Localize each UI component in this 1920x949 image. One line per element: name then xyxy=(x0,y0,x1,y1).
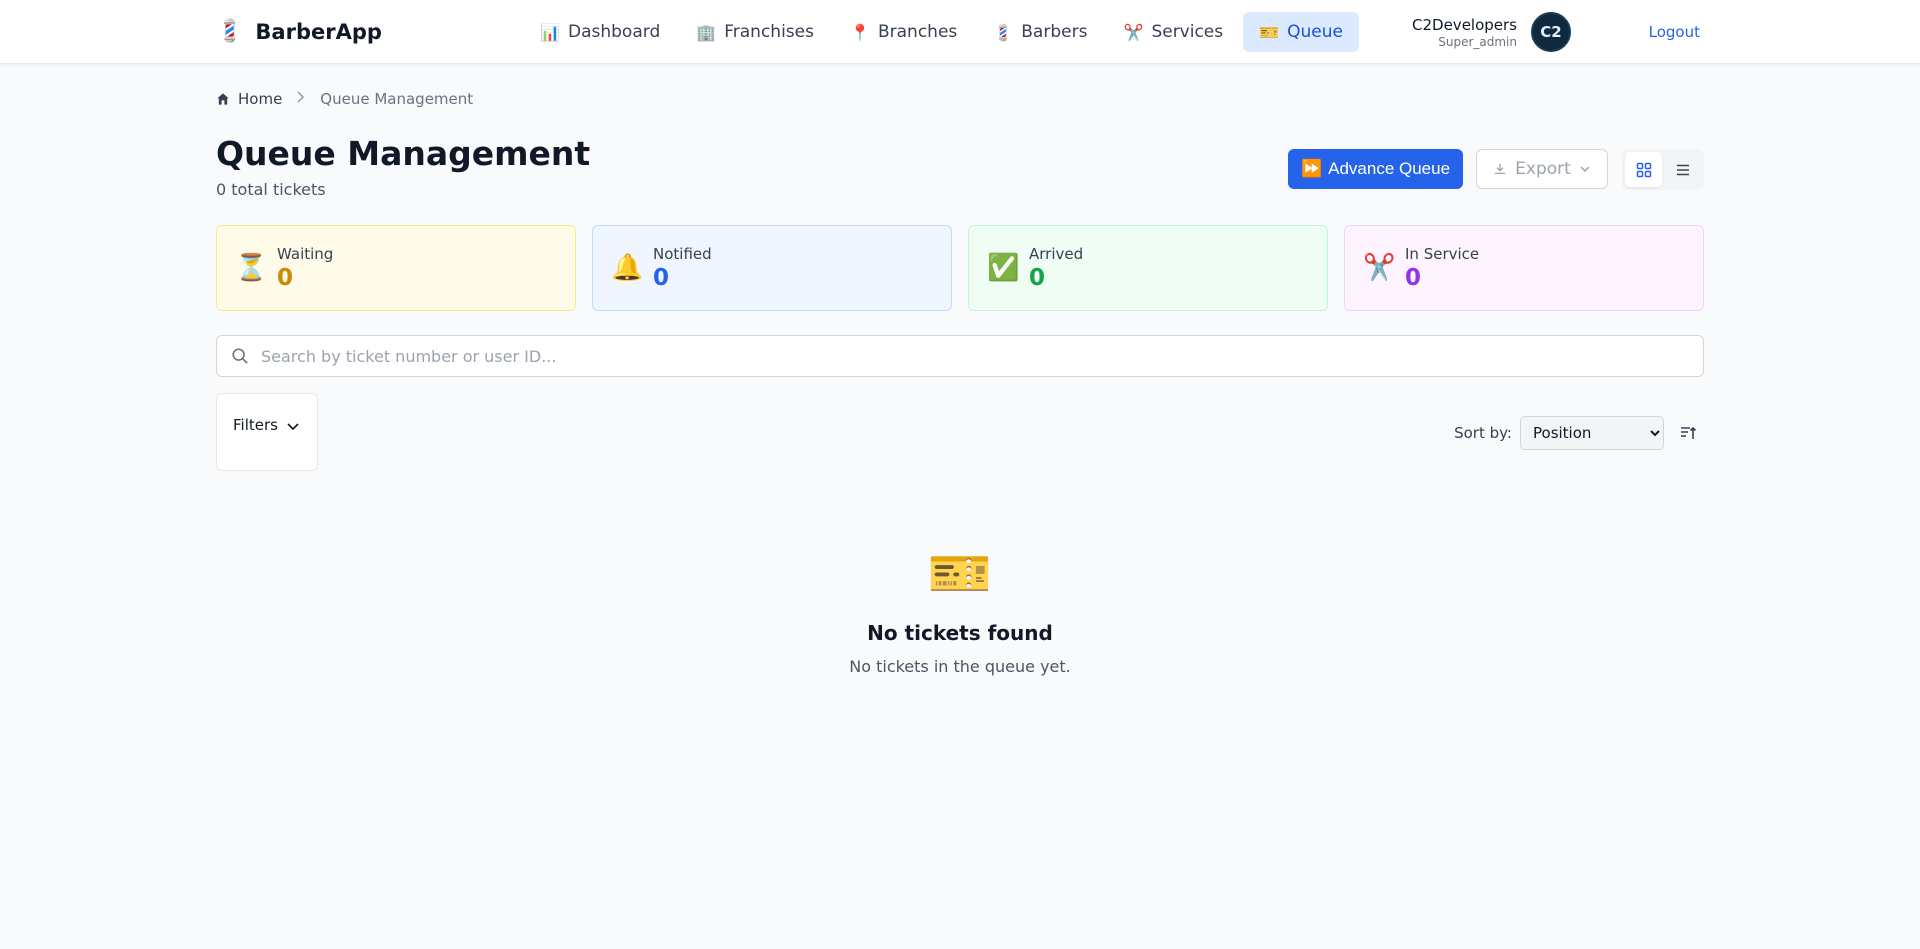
brand-name: BarberApp xyxy=(255,20,382,44)
empty-state-title: No tickets found xyxy=(867,621,1053,645)
logout-link[interactable]: Logout xyxy=(1649,0,1700,64)
sort-select[interactable]: Position xyxy=(1520,416,1664,450)
nav-item-queue[interactable]: 🎫 Queue xyxy=(1243,12,1359,52)
sort-label: Sort by: xyxy=(1454,424,1512,442)
nav-item-label: Franchises xyxy=(724,22,814,42)
barber-pole-icon: 💈 xyxy=(993,22,1014,42)
nav-item-label: Barbers xyxy=(1021,22,1088,42)
filters-toggle[interactable]: Filters xyxy=(216,393,318,471)
sort-controls: Sort by: Position xyxy=(1454,416,1704,450)
sort-ascending-icon xyxy=(1681,426,1697,439)
stat-value: 0 xyxy=(653,265,670,291)
building-icon: 🏢 xyxy=(696,22,717,42)
stat-label: In Service xyxy=(1405,245,1480,263)
nav-item-dashboard[interactable]: 📊 Dashboard xyxy=(524,12,676,52)
sort-direction-button[interactable] xyxy=(1672,417,1704,449)
export-label: Export xyxy=(1515,159,1571,179)
stat-card-arrived: ✅ Arrived 0 xyxy=(968,225,1328,311)
chevron-down-icon xyxy=(1580,166,1590,173)
chart-icon: 📊 xyxy=(540,22,560,42)
user-menu[interactable]: C2Developers Super_admin C2 xyxy=(1412,0,1571,64)
advance-queue-button[interactable]: ⏩ Advance Queue xyxy=(1288,149,1463,189)
breadcrumb-home[interactable]: Home xyxy=(216,90,282,108)
nav-item-barbers[interactable]: 💈 Barbers xyxy=(977,12,1103,52)
stat-card-notified: 🔔 Notified 0 xyxy=(592,225,952,311)
chevron-down-icon xyxy=(287,423,299,431)
nav-item-label: Services xyxy=(1151,22,1224,42)
breadcrumb: Home Queue Management xyxy=(216,90,473,108)
bell-icon: 🔔 xyxy=(611,253,644,283)
hourglass-icon: ⏳ xyxy=(235,253,268,283)
view-toggle xyxy=(1622,149,1704,190)
grid-view-button[interactable] xyxy=(1625,152,1662,187)
avatar[interactable]: C2 xyxy=(1531,12,1571,52)
home-icon xyxy=(217,93,229,105)
stat-label: Arrived xyxy=(1029,245,1084,263)
nav-item-label: Dashboard xyxy=(568,22,661,42)
total-tickets-count: 0 total tickets xyxy=(216,180,326,199)
filters-label: Filters xyxy=(233,416,278,434)
download-icon xyxy=(1494,163,1506,175)
breadcrumb-home-label: Home xyxy=(238,90,283,108)
export-button[interactable]: Export xyxy=(1476,149,1608,189)
list-icon xyxy=(1676,164,1689,175)
stat-card-waiting: ⏳ Waiting 0 xyxy=(216,225,576,311)
nav-item-branches[interactable]: 📍 Branches xyxy=(834,12,973,52)
ticket-icon: 🎫 xyxy=(1259,22,1280,42)
nav-item-label: Queue xyxy=(1287,22,1343,42)
check-mark-icon: ✅ xyxy=(987,253,1020,283)
pin-icon: 📍 xyxy=(850,22,870,42)
stat-label: Waiting xyxy=(277,245,334,263)
nav-item-franchises[interactable]: 🏢 Franchises xyxy=(680,12,830,52)
nav-item-label: Branches xyxy=(877,22,958,42)
stat-value: 0 xyxy=(1029,265,1046,291)
grid-icon xyxy=(1636,162,1651,177)
ticket-icon: 🎫 xyxy=(927,544,993,604)
search-input[interactable] xyxy=(261,346,1661,366)
breadcrumb-current: Queue Management xyxy=(320,90,474,108)
list-view-button[interactable] xyxy=(1664,152,1701,187)
empty-state-text: No tickets in the queue yet. xyxy=(849,657,1071,676)
stat-value: 0 xyxy=(277,265,294,291)
stat-value: 0 xyxy=(1405,265,1422,291)
barber-pole-icon: 💈 xyxy=(216,19,244,44)
brand[interactable]: 💈 BarberApp xyxy=(216,0,382,64)
advance-queue-label: Advance Queue xyxy=(1328,159,1451,178)
user-role: Super_admin xyxy=(1438,34,1517,49)
main-nav: 📊 Dashboard 🏢 Franchises 📍 Branches 💈 Ba… xyxy=(524,12,1359,52)
top-navbar: 💈 BarberApp 📊 Dashboard 🏢 Franchises 📍 B… xyxy=(0,0,1920,64)
chevron-right-icon xyxy=(296,91,306,107)
scissors-icon: ✂️ xyxy=(1123,22,1144,42)
stat-card-in-service: ✂️ In Service 0 xyxy=(1344,225,1704,311)
fast-forward-icon: ⏩ xyxy=(1300,159,1323,178)
page-title: Queue Management xyxy=(216,134,591,173)
stat-label: Notified xyxy=(653,245,712,263)
scissors-icon: ✂️ xyxy=(1363,253,1396,283)
search-icon xyxy=(232,348,248,364)
search-bar xyxy=(216,335,1704,377)
nav-item-services[interactable]: ✂️ Services xyxy=(1107,12,1239,52)
user-info: C2Developers Super_admin xyxy=(1412,16,1517,49)
user-name: C2Developers xyxy=(1412,15,1517,34)
